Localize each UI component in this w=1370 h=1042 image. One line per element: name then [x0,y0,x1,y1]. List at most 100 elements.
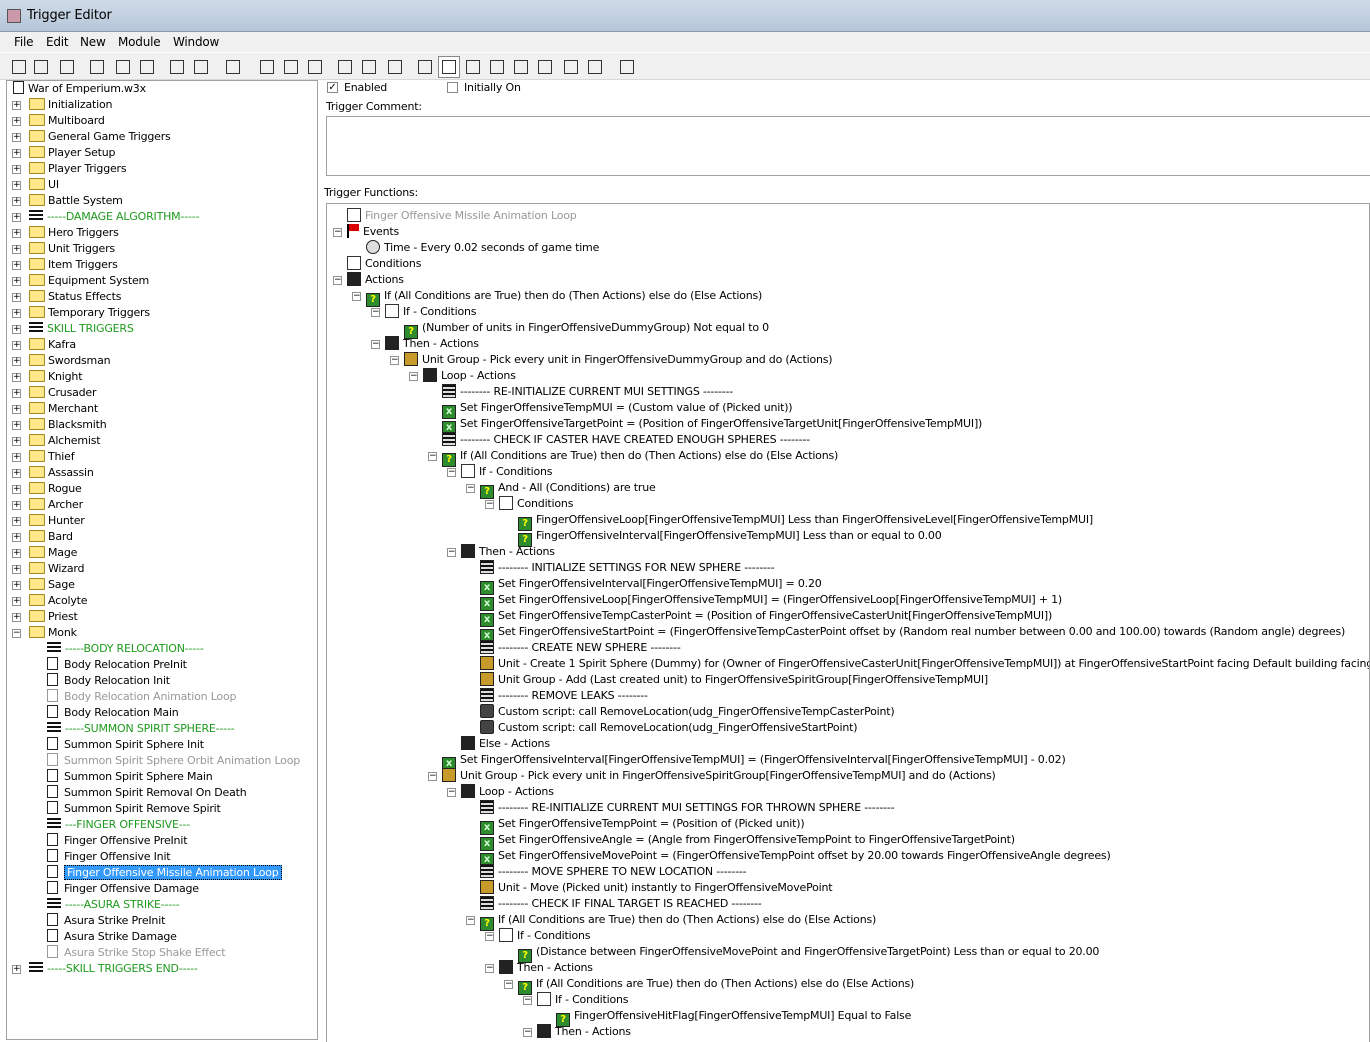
function-line[interactable]: Custom script: call RemoveLocation(udg_F… [480,720,857,736]
collapse-toggle[interactable]: − [371,340,380,349]
trigger-item[interactable]: Summon Spirit Sphere Init [7,737,204,753]
collapse-toggle[interactable]: − [447,548,456,557]
expand-toggle[interactable]: + [12,261,21,270]
function-line[interactable]: x Set FingerOffensiveMovePoint = (FingerO… [480,848,1111,867]
delete-icon[interactable] [222,56,244,78]
collapse-toggle[interactable]: − [523,1028,532,1037]
function-line[interactable]: -------- CHECK IF CASTER HAVE CREATED EN… [442,432,810,448]
function-line[interactable]: Unit Group - Pick every unit in FingerOf… [404,352,833,368]
category-item[interactable]: − Monk [7,625,77,641]
function-line[interactable]: Unit - Create 1 Spirit Sphere (Dummy) fo… [480,656,1369,672]
expand-toggle[interactable]: + [12,277,21,286]
function-line[interactable]: ? (Number of units in FingerOffensiveDumm… [404,320,769,339]
expand-toggle[interactable]: + [12,581,21,590]
collapse-toggle[interactable]: − [447,788,456,797]
category-item[interactable]: + Hero Triggers [7,225,119,241]
menu-new[interactable]: New [80,35,106,49]
trigger-item[interactable]: Summon Spirit Sphere Orbit Animation Loo… [7,753,300,769]
category-item[interactable]: + Alchemist [7,433,101,449]
category-item[interactable]: + Equipment System [7,273,149,289]
expand-toggle[interactable]: + [12,965,21,974]
function-line[interactable]: If - Conditions [385,304,477,320]
collapse-toggle[interactable]: − [485,964,494,973]
category-item[interactable]: + Priest [7,609,78,625]
expand-toggle[interactable]: + [12,293,21,302]
category-item[interactable]: + Sage [7,577,75,593]
menu-file[interactable]: File [14,35,33,49]
expand-toggle[interactable]: + [12,357,21,366]
expand-toggle[interactable]: + [12,421,21,430]
trigger-item[interactable]: Summon Spirit Remove Spirit [7,801,221,817]
function-line[interactable]: Custom script: call RemoveLocation(udg_F… [480,704,895,720]
function-line[interactable]: x Set FingerOffensiveTempCasterPoint = (P… [480,608,1052,627]
function-line[interactable]: Then - Actions [385,336,479,352]
test-map-icon[interactable] [584,56,606,78]
expand-toggle[interactable]: + [12,373,21,382]
new-condition-icon[interactable] [358,56,380,78]
new-event-icon[interactable] [334,56,356,78]
function-line[interactable]: -------- REMOVE LEAKS -------- [480,688,648,704]
new-action-icon[interactable] [384,56,406,78]
function-line[interactable]: If - Conditions [499,928,591,944]
terrain-editor-icon[interactable] [414,56,436,78]
collapse-toggle[interactable]: − [390,356,399,365]
open-icon[interactable] [30,56,52,78]
new-trigger-icon[interactable] [280,56,302,78]
tree-root[interactable]: War of Emperium.w3x [13,81,146,97]
expand-toggle[interactable]: + [12,309,21,318]
expand-toggle[interactable]: + [12,341,21,350]
category-item[interactable]: + Mage [7,545,77,561]
expand-toggle[interactable]: + [12,149,21,158]
trigger-functions-tree[interactable]: Finger Offensive Missile Animation Loop −… [326,203,1370,1042]
category-item[interactable]: + Player Triggers [7,161,127,177]
function-line[interactable]: ? If (All Conditions are True) then do (T… [442,448,838,467]
expand-toggle[interactable]: + [12,213,21,222]
trigger-item[interactable]: Asura Strike Stop Shake Effect [7,945,226,961]
copy-icon[interactable] [112,56,134,78]
function-line[interactable]: Unit Group - Add (Last created unit) to … [480,672,988,688]
category-item[interactable]: + Archer [7,497,83,513]
category-item[interactable]: + Battle System [7,193,123,209]
function-line[interactable]: ? And - All (Conditions) are true [480,480,656,499]
function-line[interactable]: ? If (All Conditions are True) then do (T… [480,912,876,931]
category-item[interactable]: + Rogue [7,481,82,497]
function-line[interactable]: ? (Distance between FingerOffensiveMovePo… [518,944,1099,963]
trigger-item[interactable]: Finger Offensive PreInit [7,833,188,849]
category-item[interactable]: + Hunter [7,513,85,529]
category-item[interactable]: + Multiboard [7,113,105,129]
comment-item[interactable]: + -----DAMAGE ALGORITHM----- [7,209,199,225]
category-item[interactable]: + General Game Triggers [7,129,171,145]
category-item[interactable]: + Knight [7,369,83,385]
trigger-item[interactable]: Summon Spirit Removal On Death [7,785,247,801]
expand-toggle[interactable]: + [12,181,21,190]
category-item[interactable]: + Wizard [7,561,85,577]
menu-edit[interactable]: Edit [46,35,69,49]
expand-toggle[interactable]: + [12,517,21,526]
collapse-toggle[interactable]: − [428,452,437,461]
sound-editor-icon[interactable] [462,56,484,78]
expand-toggle[interactable]: + [12,229,21,238]
collapse-toggle[interactable]: − [466,484,475,493]
save-icon[interactable] [56,56,78,78]
comment-item[interactable]: -----SUMMON SPIRIT SPHERE----- [7,721,235,737]
category-item[interactable]: + Swordsman [7,353,111,369]
category-item[interactable]: + Blacksmith [7,417,107,433]
expand-toggle[interactable]: + [12,101,21,110]
function-line[interactable]: Unit - Move (Picked unit) instantly to F… [480,880,833,896]
collapse-toggle[interactable]: − [485,932,494,941]
expand-toggle[interactable]: + [12,117,21,126]
function-line[interactable]: x Set FingerOffensiveStartPoint = (Finger… [480,624,1345,643]
category-item[interactable]: + Temporary Triggers [7,305,150,321]
category-item[interactable]: + Initialization [7,97,112,113]
collapse-toggle[interactable]: − [333,228,342,237]
function-line[interactable]: x Set FingerOffensiveLoop[FingerOffensive… [480,592,1062,611]
function-line[interactable]: ? FingerOffensiveInterval[FingerOffensive… [518,528,942,547]
expand-toggle[interactable]: + [12,549,21,558]
expand-toggle[interactable]: + [12,245,21,254]
function-line[interactable]: -------- RE-INITIALIZE CURRENT MUI SETTI… [480,800,895,816]
category-item[interactable]: + Acolyte [7,593,88,609]
function-line[interactable]: x Set FingerOffensiveTempPoint = (Positio… [480,816,805,835]
collapse-toggle[interactable]: − [371,308,380,317]
menu-window[interactable]: Window [173,35,219,49]
expand-toggle[interactable]: + [12,165,21,174]
